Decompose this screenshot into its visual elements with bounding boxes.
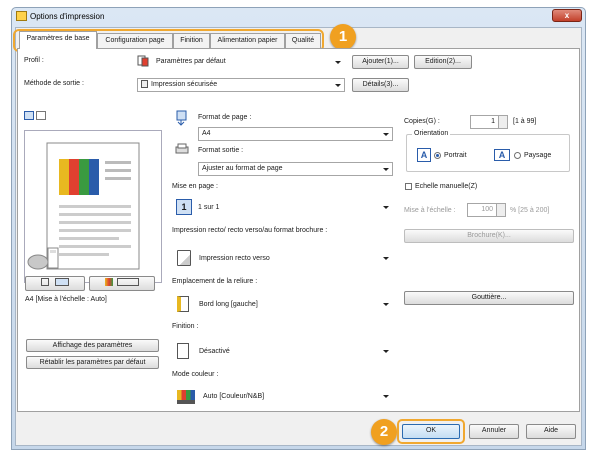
ok-button[interactable]: OK — [402, 424, 460, 439]
output-details-button[interactable]: Détails(3)... — [352, 78, 409, 92]
close-button[interactable]: x — [552, 9, 582, 22]
layout-value: 1 sur 1 — [198, 204, 220, 211]
copies-label: Copies(G) : — [404, 118, 440, 125]
chevron-down-icon — [383, 350, 389, 353]
scale-field-label: Mise à l'échelle : — [404, 207, 456, 214]
output-size-printer-icon — [175, 143, 189, 155]
page-order-toggle-button[interactable] — [25, 276, 85, 291]
duplex-flip-icon — [54, 278, 69, 287]
chevron-down-icon — [335, 61, 341, 64]
copies-range: [1 à 99] — [513, 118, 537, 125]
output-size-label: Format sortie : — [198, 147, 244, 154]
color-mode-label: Mode couleur : — [172, 371, 219, 378]
help-button[interactable]: Aide — [526, 424, 576, 439]
profile-add-button[interactable]: Ajouter(1)... — [352, 55, 409, 69]
spin-arrows-icon[interactable] — [496, 204, 505, 216]
chevron-down-icon — [335, 84, 341, 87]
finishing-label: Finition : — [172, 323, 199, 330]
page-size-select[interactable]: A4 — [198, 127, 393, 141]
gutter-button[interactable]: Gouttière... — [404, 291, 574, 305]
layout-select[interactable]: 1 1 sur 1 — [172, 197, 393, 217]
manual-scale-checkbox[interactable] — [405, 183, 412, 190]
binding-value: Bord long [gauche] — [199, 301, 258, 308]
output-size-value: Ajuster au format de page — [202, 165, 283, 172]
copies-value: 1 — [491, 118, 495, 125]
portrait-radio[interactable] — [434, 152, 441, 159]
chevron-down-icon — [383, 395, 389, 398]
scale-value: 100 — [481, 206, 493, 213]
profile-label: Profil : — [24, 57, 44, 64]
finishing-value: Désactivé — [199, 348, 230, 355]
multi-page-icon — [117, 278, 140, 287]
single-sided-icon — [41, 278, 50, 287]
orientation-label: Orientation — [412, 130, 451, 137]
output-method-label: Méthode de sortie : — [24, 80, 84, 87]
page-size-icon — [175, 110, 189, 126]
output-method-select[interactable]: Impression sécurisée — [137, 78, 345, 92]
scale-stepper[interactable]: 100 — [467, 203, 506, 217]
output-method-value: Impression sécurisée — [151, 81, 218, 88]
profile-icon — [137, 55, 149, 67]
callout-badge-two: 2 — [371, 419, 397, 445]
restore-defaults-button[interactable]: Rétablir les paramètres par défaut — [26, 356, 159, 369]
chevron-down-icon — [383, 133, 389, 136]
output-size-select[interactable]: Ajuster au format de page — [198, 162, 393, 176]
manual-scale-label: Echelle manuelle(Z) — [415, 183, 478, 190]
color-mode-value: Auto [Couleur/N&B] — [203, 393, 265, 400]
chevron-down-icon — [383, 168, 389, 171]
portrait-label: Portrait — [444, 152, 467, 159]
color-page-icon — [104, 278, 113, 287]
layout-label: Mise en page : — [172, 183, 218, 190]
callout-badge-one: 1 — [330, 24, 356, 50]
spin-arrows-icon[interactable] — [498, 116, 507, 128]
landscape-icon: A — [494, 149, 510, 161]
binding-select[interactable]: Bord long [gauche] — [172, 294, 393, 314]
profile-edit-button[interactable]: Edition(2)... — [414, 55, 472, 69]
duplex-label: Impression recto/ recto verso/au format … — [172, 227, 328, 234]
copies-stepper[interactable]: 1 — [470, 115, 508, 129]
scale-range: % [25 à 200] — [510, 207, 550, 214]
view-settings-button[interactable]: Affichage des paramètres — [26, 339, 159, 352]
binding-label: Emplacement de la reliure : — [172, 278, 258, 285]
window-title: Options d'impression — [30, 12, 105, 21]
color-mode-icon — [177, 390, 195, 404]
printer-app-icon — [16, 11, 27, 21]
booklet-button[interactable]: Brochure(K)... — [404, 229, 574, 243]
chevron-down-icon — [383, 303, 389, 306]
profile-value: Paramètres par défaut — [156, 58, 226, 65]
cancel-button[interactable]: Annuler — [469, 424, 519, 439]
preview-caption: A4 [Mise à l'échelle : Auto] — [25, 296, 107, 303]
page-size-value: A4 — [202, 130, 211, 137]
page-size-label: Format de page : — [198, 114, 252, 121]
finishing-select[interactable]: Désactivé — [172, 341, 393, 361]
preview-printer-view-icon[interactable] — [36, 111, 46, 120]
chevron-down-icon — [383, 257, 389, 260]
profile-select[interactable]: Paramètres par défaut — [152, 55, 345, 69]
duplex-page-icon — [177, 250, 191, 266]
duplex-select[interactable]: Impression recto verso — [172, 248, 393, 268]
chevron-down-icon — [383, 206, 389, 209]
color-mode-select[interactable]: Auto [Couleur/N&B] — [172, 386, 393, 406]
printer-device-icon — [26, 246, 66, 272]
layout-1up-icon: 1 — [176, 199, 192, 215]
preview-page-view-icon[interactable] — [24, 111, 34, 120]
landscape-label: Paysage — [524, 152, 552, 159]
finishing-page-icon — [177, 343, 189, 359]
binding-left-icon — [177, 296, 189, 312]
color-layout-toggle-button[interactable] — [89, 276, 155, 291]
tab-basic-settings[interactable]: Paramètres de base — [19, 31, 97, 49]
portrait-icon: A — [417, 148, 431, 162]
lock-icon — [141, 80, 148, 89]
duplex-value: Impression recto verso — [199, 255, 270, 262]
landscape-radio[interactable] — [514, 152, 521, 159]
